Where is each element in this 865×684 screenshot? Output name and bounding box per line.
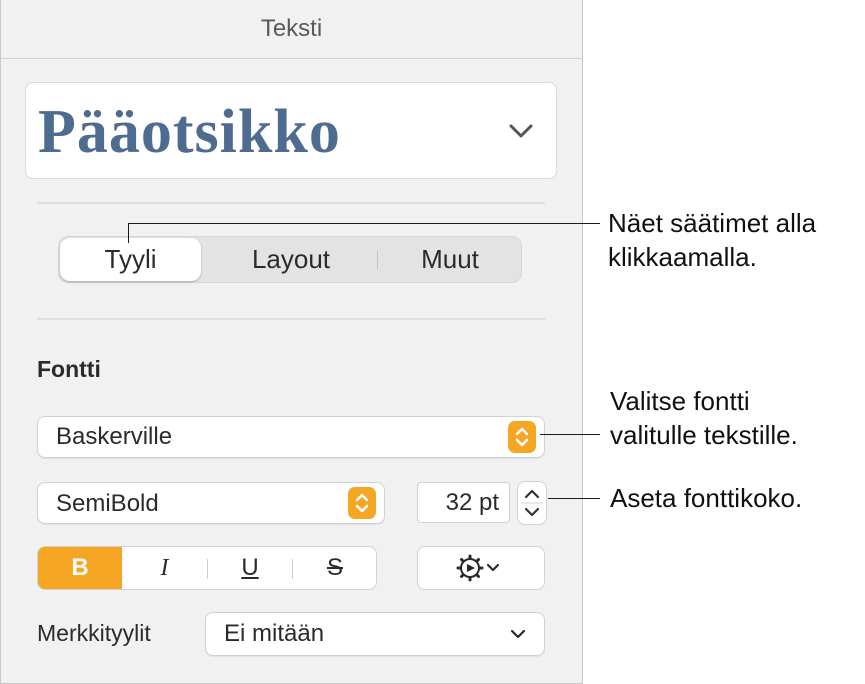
callout-line <box>548 498 600 499</box>
text-format-buttons: B I U S <box>37 546 377 590</box>
updown-icon <box>348 487 376 519</box>
italic-button[interactable]: I <box>122 547 207 589</box>
font-family-popup[interactable]: Baskerville <box>37 416 545 458</box>
bold-button[interactable]: B <box>38 547 122 589</box>
font-size-field[interactable]: 32 pt <box>417 482 510 523</box>
character-styles-popup[interactable]: Ei mitään <box>205 612 545 656</box>
tab-layout[interactable]: Layout <box>217 237 365 282</box>
tab-separator <box>377 251 378 269</box>
callout-text: Valitse fontti <box>610 386 750 416</box>
font-size-stepper[interactable] <box>517 481 547 525</box>
character-styles-value: Ei mitään <box>224 620 325 647</box>
paragraph-style-selector[interactable]: Pääotsikko <box>25 82 557 179</box>
gear-icon <box>456 554 500 582</box>
typeface-popup[interactable]: SemiBold <box>37 482 385 524</box>
underline-button[interactable]: U <box>208 547 292 589</box>
paragraph-style-name: Pääotsikko <box>38 98 341 166</box>
chevron-down-icon <box>510 629 526 639</box>
callout-text: Aseta fonttikoko. <box>610 483 803 513</box>
character-styles-label: Merkkityylit <box>37 620 151 646</box>
tab-muut[interactable]: Muut <box>379 237 521 282</box>
callout-text: Näet säätimet alla <box>608 208 817 238</box>
callout-line <box>540 434 600 435</box>
format-sidebar: Teksti Pääotsikko Tyyli Layout Muut Font… <box>0 0 583 684</box>
callout-font: Valitse fontti valitulle tekstille. <box>610 384 798 452</box>
chevron-down-icon <box>509 124 533 138</box>
advanced-options-button[interactable] <box>417 546 545 590</box>
callout-line <box>128 223 600 224</box>
tab-bar: Tyyli Layout Muut <box>58 236 522 283</box>
stepper-arrows-icon <box>521 489 543 517</box>
font-section-label: Fontti <box>37 356 101 382</box>
typeface-value: SemiBold <box>56 490 159 517</box>
tab-tyyli[interactable]: Tyyli <box>60 238 201 281</box>
updown-icon <box>508 421 536 453</box>
font-family-value: Baskerville <box>56 423 173 450</box>
callout-text: klikkaamalla. <box>608 242 757 272</box>
callout-text: valitulle tekstille. <box>610 420 798 450</box>
callout-tabs: Näet säätimet alla klikkaamalla. <box>608 206 816 274</box>
divider <box>37 202 545 204</box>
callout-line <box>128 223 129 243</box>
divider <box>37 318 545 320</box>
callout-size: Aseta fonttikoko. <box>610 481 802 515</box>
panel-title: Teksti <box>1 0 582 59</box>
strikethrough-button[interactable]: S <box>293 547 376 589</box>
